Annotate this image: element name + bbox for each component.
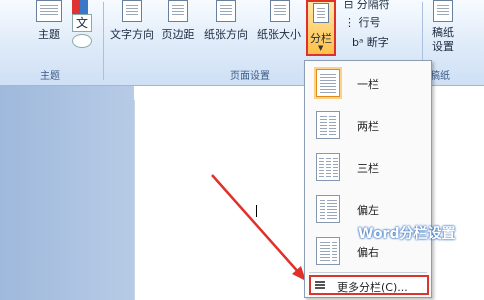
columns-list-icon: [315, 281, 325, 289]
left-column-icon: [316, 195, 340, 223]
text-cursor: [256, 205, 257, 217]
hyphenation-item[interactable]: bᵃ 断字: [352, 34, 389, 50]
one-column-icon: [316, 69, 340, 97]
menu-item-two-columns[interactable]: 两栏: [305, 107, 431, 143]
paper-icon: [433, 0, 453, 22]
chevron-down-icon: ▼: [318, 44, 324, 52]
line-numbers-item[interactable]: ⋮ 行号: [344, 14, 381, 30]
menu-item-one-column[interactable]: 一栏: [305, 65, 431, 101]
group-label-theme: 主题: [40, 71, 60, 82]
divider: [103, 2, 104, 80]
menu-item-three-columns[interactable]: 三栏: [305, 149, 431, 185]
group-label-paper: 稿纸: [430, 71, 450, 82]
page-background: [0, 86, 134, 300]
hyphenation-icon: bᵃ: [352, 36, 367, 49]
columns-icon: [313, 3, 329, 23]
menu-separator: [309, 272, 427, 273]
two-columns-icon: [316, 111, 340, 139]
three-columns-icon: [316, 153, 340, 181]
theme-fonts-button[interactable]: 文: [72, 14, 92, 32]
line-numbers-icon: ⋮: [344, 16, 359, 29]
watermark-caption: Word分栏设置: [358, 226, 456, 242]
size-icon: [270, 0, 290, 22]
columns-button[interactable]: 分栏 ▼: [306, 0, 336, 56]
orientation-icon: [216, 0, 236, 22]
columns-menu: 一栏 两栏 三栏 偏左 偏右 更多分栏(C)...: [304, 60, 432, 298]
right-column-icon: [316, 237, 340, 265]
text-direction-icon: [122, 0, 142, 22]
theme-colors-button[interactable]: [72, 0, 88, 14]
theme-effects-button[interactable]: [72, 34, 92, 48]
breaks-item[interactable]: ⊟ 分隔符: [344, 0, 390, 12]
margins-icon: [168, 0, 188, 22]
theme-icon: [36, 0, 62, 22]
menu-item-left[interactable]: 偏左: [305, 191, 431, 227]
more-columns-button[interactable]: 更多分栏(C)...: [309, 275, 429, 295]
group-label-page-setup: 页面设置: [230, 71, 270, 82]
breaks-icon: ⊟: [344, 0, 357, 11]
